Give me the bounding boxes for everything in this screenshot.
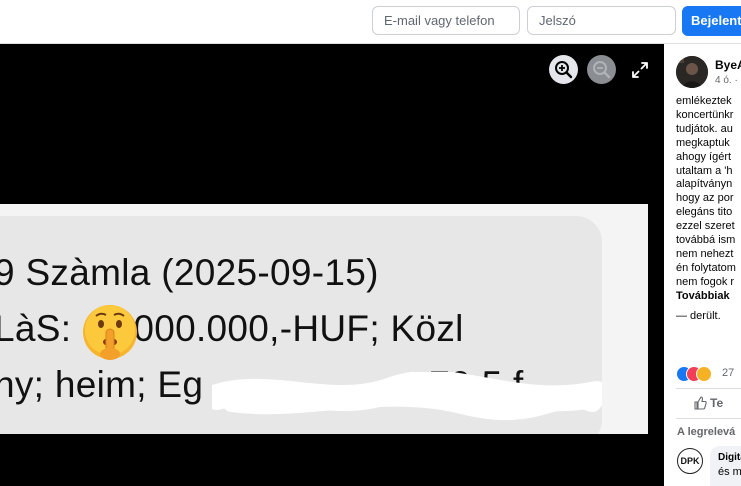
author-name[interactable]: ByeA xyxy=(715,58,741,72)
post-line: alapítványn xyxy=(676,178,733,191)
like-label: Te xyxy=(710,396,724,410)
thumbs-up-icon xyxy=(694,396,707,410)
shushing-face-emoji xyxy=(83,305,137,360)
see-more-link[interactable]: Továbbiak xyxy=(676,290,741,304)
post-line: ezzel szeret xyxy=(676,220,735,233)
post-line: elegáns tito xyxy=(676,206,733,219)
post-text: emlékeztek koncertünkr tudjátok. au megk… xyxy=(676,95,741,324)
comment-sort-dropdown[interactable]: A legrelevá xyxy=(677,426,735,438)
message-line-2-suffix: 000.000,-HUF; Közl xyxy=(133,308,464,349)
post-line: tudjátok. au xyxy=(676,122,733,135)
redaction-scribble xyxy=(212,372,602,421)
person-photo-icon xyxy=(676,56,708,88)
commenter-name[interactable]: Digita xyxy=(718,452,741,463)
zoom-in-button[interactable] xyxy=(549,55,578,84)
login-button[interactable]: Bejelentk xyxy=(682,6,741,36)
reaction-count: 27 xyxy=(722,367,735,379)
post-line: nem fogok r xyxy=(676,275,735,288)
fullscreen-icon[interactable] xyxy=(630,60,650,80)
post-line: nem nehezt xyxy=(676,247,734,260)
divider xyxy=(676,388,741,389)
photo-viewer: 9 Szàmla (2025-09-15) LàS: 000.000,-HUF; … xyxy=(0,44,664,486)
email-field[interactable]: E-mail vagy telefon xyxy=(372,6,520,35)
comment-bubble: Digita és m xyxy=(710,446,741,486)
post-line: hogy az por xyxy=(676,192,734,205)
post-line: ahogy ígért xyxy=(676,150,732,163)
post-line: emlékeztek xyxy=(676,95,732,107)
zoom-out-icon xyxy=(593,61,611,79)
comment-text: és m xyxy=(718,466,741,478)
message-line-1: 9 Szàmla (2025-09-15) xyxy=(0,252,379,293)
like-button[interactable]: Te xyxy=(694,396,724,410)
post-line: utaltam a 'h xyxy=(676,164,733,177)
message-line-2: LàS: 000.000,-HUF; Közl xyxy=(0,308,464,350)
post-line: továbbá ism xyxy=(676,234,736,247)
zoom-in-icon xyxy=(555,61,573,79)
post-line: megkaptuk xyxy=(676,136,730,149)
post-line: koncertünkr xyxy=(676,108,734,121)
top-bar: E-mail vagy telefon Jelszó Bejelentk xyxy=(0,0,741,44)
feeling-text: — derült. xyxy=(676,309,721,322)
haha-reaction-icon xyxy=(696,366,712,382)
photo-content: 9 Szàmla (2025-09-15) LàS: 000.000,-HUF; … xyxy=(0,204,648,434)
commenter-avatar[interactable]: DPK xyxy=(677,448,703,474)
divider xyxy=(676,418,741,419)
author-avatar[interactable] xyxy=(676,56,708,88)
password-field[interactable]: Jelszó xyxy=(527,6,676,35)
post-line: én folytatom xyxy=(676,261,736,274)
message-line-3-text: ny; heim; Eg xyxy=(0,364,204,405)
post-time[interactable]: 4 ó. · xyxy=(715,75,738,86)
zoom-out-button[interactable] xyxy=(587,55,616,84)
post-sidebar: ByeA 4 ó. · emlékeztek koncertünkr tudjá… xyxy=(664,44,741,486)
message-line-2-prefix: LàS: xyxy=(0,308,72,349)
